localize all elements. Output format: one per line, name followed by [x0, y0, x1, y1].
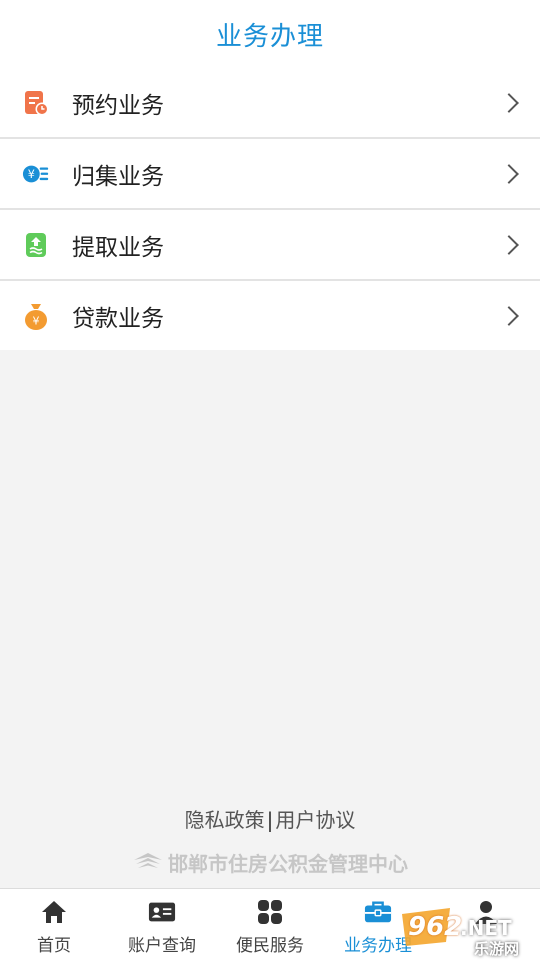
menu-item-label: 预约业务 [72, 92, 164, 119]
withdraw-up-arrow-icon [22, 231, 50, 259]
home-icon [40, 899, 68, 925]
tab-label: 账户查询 [128, 936, 196, 956]
yuan-coins-icon: ¥ [22, 160, 50, 188]
organization-name: 邯郸市住房公积金管理中心 [168, 852, 408, 876]
money-bag-icon: ¥ [22, 302, 50, 330]
chevron-right-icon [499, 234, 519, 255]
site-watermark: 962 .NET 乐游网 [400, 906, 536, 958]
top-bar: 业务办理 [0, 0, 540, 68]
menu-item-appointment[interactable]: 预约业务 [0, 68, 540, 139]
chevron-right-icon [499, 305, 519, 326]
footer-separator: | [266, 808, 274, 832]
menu-item-label: 归集业务 [72, 163, 164, 190]
watermark-number: 962 [408, 912, 463, 942]
menu-item-withdrawal[interactable]: 提取业务 [0, 210, 540, 281]
grid-apps-icon [256, 899, 284, 925]
svg-text:¥: ¥ [28, 168, 35, 181]
tab-convenience-services[interactable]: 便民服务 [216, 889, 324, 960]
footer-links: 隐私政策 | 用户协议 [0, 804, 540, 833]
tab-label: 便民服务 [236, 936, 304, 956]
user-agreement-link[interactable]: 用户协议 [275, 808, 355, 832]
tab-label: 首页 [37, 936, 71, 956]
menu-item-collection[interactable]: ¥ 归集业务 [0, 139, 540, 210]
organization-logo: 邯郸市住房公积金管理中心 [0, 848, 540, 877]
svg-text:¥: ¥ [33, 314, 40, 327]
page-title: 业务办理 [215, 21, 324, 52]
watermark-domain: .NET [460, 916, 512, 940]
chevron-right-icon [499, 163, 519, 184]
menu-item-label: 贷款业务 [72, 305, 164, 332]
org-emblem-icon [132, 850, 164, 875]
tab-account-query[interactable]: 账户查询 [108, 889, 216, 960]
briefcase-icon [364, 899, 392, 925]
chevron-right-icon [499, 92, 519, 113]
tab-home[interactable]: 首页 [0, 889, 108, 960]
menu-item-loan[interactable]: ¥ 贷款业务 [0, 281, 540, 350]
id-card-icon [148, 899, 176, 925]
calendar-clock-icon [22, 89, 50, 117]
watermark-site: 乐游网 [474, 940, 520, 958]
business-menu: 预约业务 ¥ 归集业务 提取业务 ¥ 贷款业务 [0, 68, 540, 350]
privacy-policy-link[interactable]: 隐私政策 [185, 808, 265, 832]
menu-item-label: 提取业务 [72, 234, 164, 261]
